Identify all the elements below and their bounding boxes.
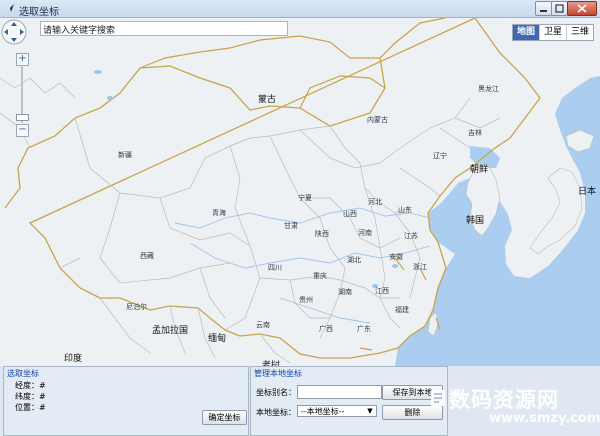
map-label-heilongjiang: 黑龙江 — [478, 85, 499, 93]
map-label-guangdong: 广东 — [357, 325, 371, 333]
map-label-nepal: 尼泊尔 — [126, 303, 147, 311]
map-label-bangladesh: 孟加拉国 — [152, 326, 189, 336]
local-coordinates-select[interactable]: --本地坐标-- ▼ — [297, 405, 377, 417]
map-label-india: 印度 — [64, 354, 83, 364]
local-coordinates-selected: --本地坐标-- — [301, 407, 345, 416]
map-canvas[interactable] — [0, 18, 600, 366]
app-icon — [6, 4, 14, 12]
local-coordinates-label: 本地坐标： — [256, 408, 296, 417]
map-type-satellite[interactable]: 卫星 — [538, 25, 566, 40]
search-placeholder: 请输入关键字搜索 — [43, 26, 116, 36]
map-type-3d[interactable]: 三维 — [565, 25, 593, 40]
province-borders — [0, 77, 501, 364]
map-label-jilin: 吉林 — [468, 129, 482, 137]
map-label-hunan: 湖南 — [338, 288, 352, 296]
map-label-jiangxi: 江西 — [375, 287, 389, 295]
map-label-hebei: 河北 — [368, 198, 382, 206]
map-label-north-korea: 朝鲜 — [470, 165, 489, 175]
longitude-label: 经度： — [15, 381, 39, 390]
dropdown-arrow-icon: ▼ — [367, 407, 373, 415]
alias-input[interactable] — [297, 385, 382, 399]
map-label-neimenggu: 内蒙古 — [367, 116, 388, 124]
latitude-value: # — [39, 392, 46, 401]
close-icon — [577, 4, 587, 13]
map-label-mongolia: 蒙古 — [258, 95, 277, 105]
map-label-fujian: 福建 — [395, 306, 409, 314]
close-button[interactable] — [567, 1, 597, 16]
longitude-row: 经度：# — [15, 380, 46, 391]
position-row: 位置：# — [15, 402, 46, 413]
map-view[interactable]: 蒙古 新疆 内蒙古 黑龙江 吉林 辽宁 朝鲜 韩国 日本 青海 甘肃 宁夏 陕西… — [0, 18, 600, 366]
watermark: 数码资源网 www.smzy.com — [429, 384, 600, 428]
title-bar: 选取坐标 — [0, 0, 600, 18]
map-label-chongqing: 重庆 — [313, 272, 327, 280]
map-label-shandong: 山东 — [398, 206, 412, 214]
map-label-xinjiang: 新疆 — [118, 151, 132, 159]
map-label-yunnan: 云南 — [256, 321, 270, 329]
map-label-liaoning: 辽宁 — [433, 152, 447, 160]
alias-label: 坐标别名： — [256, 388, 296, 397]
minimize-icon — [540, 10, 547, 12]
zoom-out-button[interactable]: − — [16, 124, 29, 137]
map-label-xizang: 西藏 — [140, 252, 154, 260]
position-label: 位置： — [15, 403, 39, 412]
position-value: # — [39, 403, 46, 412]
app-window: 选取坐标 蒙古 新疆 内蒙古 黑龙江 吉林 辽宁 朝鲜 韩国 日本 青海 甘肃 … — [0, 0, 600, 436]
select-panel-title: 选取坐标 — [7, 369, 39, 378]
map-label-shaanxi: 陕西 — [315, 230, 329, 238]
map-type-map[interactable]: 地图 — [512, 25, 539, 40]
maximize-icon — [555, 4, 564, 13]
manage-local-coordinates-panel: 管理本地坐标 坐标别名： 保存到本地 本地坐标： --本地坐标-- ▼ 删除 — [250, 366, 448, 436]
zoom-slider-handle[interactable] — [16, 114, 29, 121]
map-label-japan: 日本 — [578, 187, 597, 197]
manage-panel-title: 管理本地坐标 — [254, 369, 302, 378]
map-label-jiangsu: 江苏 — [404, 232, 418, 240]
map-label-guangxi: 广西 — [319, 325, 333, 333]
map-label-gansu: 甘肃 — [284, 222, 298, 230]
watermark-main-text: 数码资源网 — [449, 388, 559, 412]
watermark-logo-icon — [431, 390, 445, 406]
select-coordinates-panel: 选取坐标 经度：# 纬度：# 位置：# 确定坐标 — [3, 366, 249, 436]
confirm-coordinates-button[interactable]: 确定坐标 — [202, 410, 247, 425]
map-label-qinghai: 青海 — [212, 209, 226, 217]
map-type-switcher: 地图 卫星 三维 — [511, 24, 594, 41]
map-label-ningxia: 宁夏 — [298, 194, 312, 202]
maximize-button[interactable] — [551, 1, 568, 16]
map-label-henan: 河南 — [358, 229, 372, 237]
search-input[interactable]: 请输入关键字搜索 — [40, 21, 288, 36]
map-label-anhui: 安徽 — [389, 253, 403, 261]
map-label-sichuan: 四川 — [268, 264, 282, 272]
map-label-myanmar: 缅甸 — [208, 334, 227, 344]
map-label-guizhou: 贵州 — [299, 296, 313, 304]
map-label-shanxi: 山西 — [343, 210, 357, 218]
watermark-url: www.smzy.com — [489, 411, 600, 426]
latitude-label: 纬度： — [15, 392, 39, 401]
window-title: 选取坐标 — [19, 7, 59, 18]
map-label-hubei: 湖北 — [347, 256, 361, 264]
latitude-row: 纬度：# — [15, 391, 46, 402]
bottom-panel: 选取坐标 经度：# 纬度：# 位置：# 确定坐标 管理本地坐标 坐标别名： 保存… — [0, 366, 600, 436]
map-label-laos: 老挝 — [262, 361, 281, 366]
minimize-button[interactable] — [535, 1, 552, 16]
map-label-south-korea: 韩国 — [466, 216, 485, 226]
map-label-zhejiang: 浙江 — [413, 263, 427, 271]
longitude-value: # — [39, 381, 46, 390]
pan-control[interactable] — [0, 18, 28, 46]
